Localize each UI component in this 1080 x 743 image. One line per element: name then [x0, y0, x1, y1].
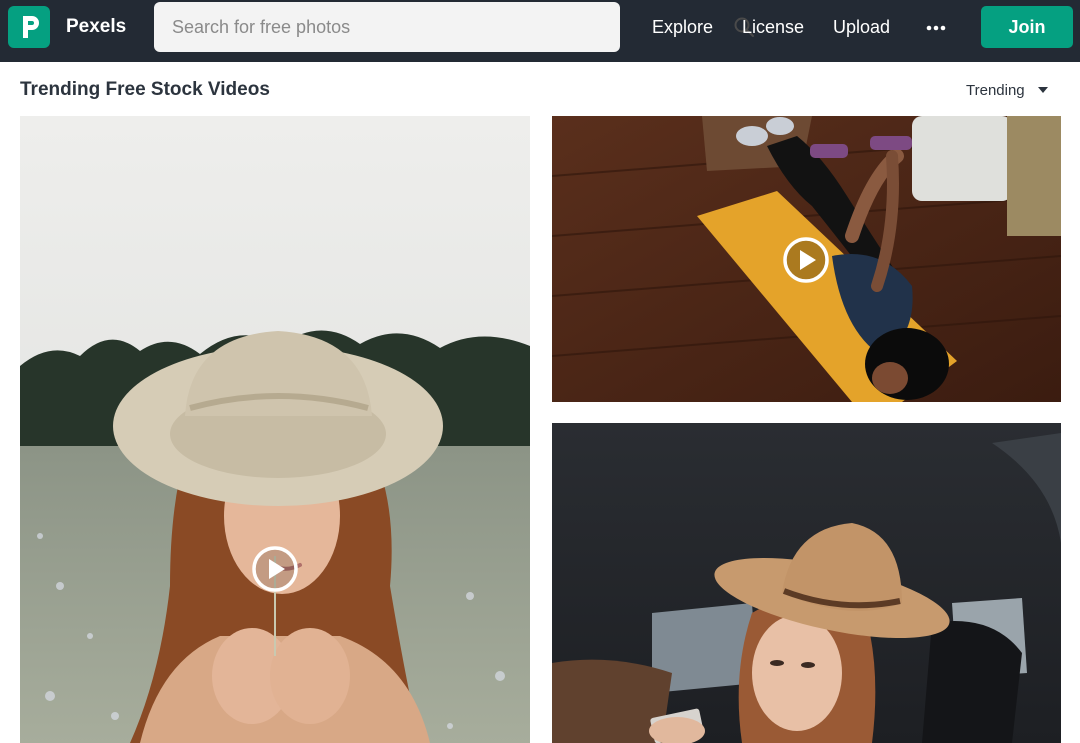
nav-link-upload[interactable]: Upload: [833, 17, 890, 38]
play-icon[interactable]: [250, 544, 300, 594]
play-icon[interactable]: [781, 235, 831, 285]
video-thumbnail: [20, 116, 530, 743]
brand-name[interactable]: Pexels: [66, 16, 126, 38]
nav-link-license[interactable]: License: [742, 17, 804, 38]
join-button[interactable]: Join: [981, 6, 1073, 48]
sort-dropdown[interactable]: Trending: [966, 81, 1056, 103]
video-tile-workout-yoga-mat[interactable]: [552, 116, 1061, 402]
top-navbar: Pexels Explore License Upload Join: [0, 0, 1080, 62]
more-horizontal-icon[interactable]: [925, 18, 947, 38]
nav-link-explore[interactable]: Explore: [652, 17, 713, 38]
video-tile-woman-hat-car[interactable]: [552, 423, 1061, 743]
video-tile-woman-hat-meadow[interactable]: [20, 116, 530, 743]
sort-dropdown-label: Trending: [966, 82, 1025, 99]
search-input[interactable]: [154, 2, 574, 52]
page-title: Trending Free Stock Videos: [20, 79, 270, 100]
pexels-logo-icon[interactable]: [8, 6, 50, 48]
video-thumbnail: [552, 423, 1061, 743]
search-bar: [154, 2, 755, 52]
caret-down-icon: [1038, 87, 1048, 93]
